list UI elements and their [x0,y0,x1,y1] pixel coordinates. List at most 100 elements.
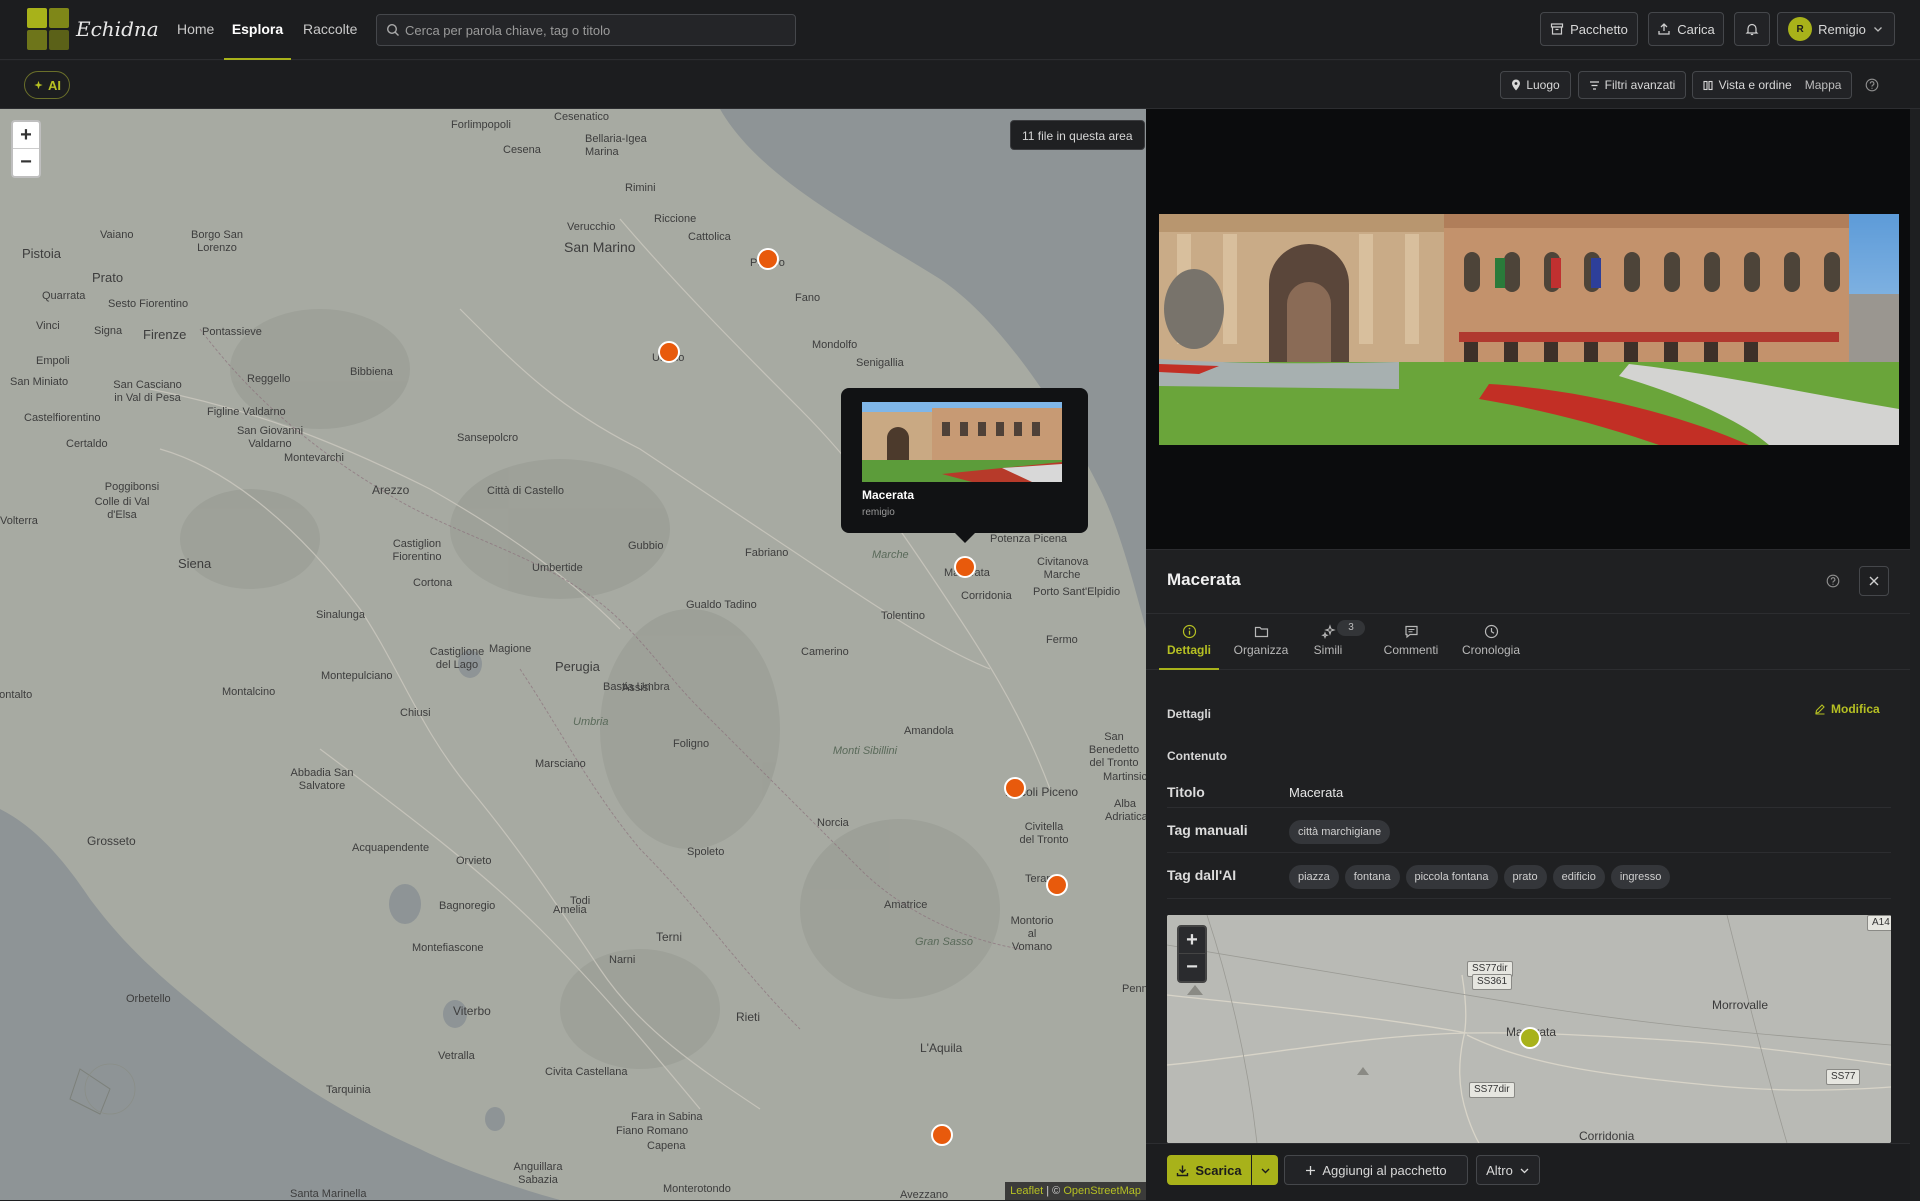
ai-tag-chip[interactable]: piazza [1289,865,1339,889]
download-options-button[interactable] [1252,1155,1278,1185]
openstreetmap-link[interactable]: OpenStreetMap [1063,1185,1141,1197]
minimap-location-marker[interactable] [1519,1027,1541,1049]
field-value: Macerata [1289,785,1344,800]
close-panel-button[interactable] [1859,566,1889,596]
search-input[interactable] [405,15,785,45]
map-marker[interactable] [757,248,779,270]
map-label: Rimini [625,182,656,194]
field-row-ai-tags: Tag dall'AI piazza fontana piccola fonta… [1167,853,1891,899]
map-label: Empoli [36,355,70,367]
close-icon [1869,576,1879,586]
map-marker[interactable] [1046,874,1068,896]
nav-tab-raccolte[interactable]: Raccolte [303,0,357,60]
location-minimap[interactable]: SS77dir SS361 Macerata Morrovalle SS77 S… [1167,915,1891,1143]
map-label: Terni [656,930,683,944]
nav-tab-home[interactable]: Home [177,0,214,60]
map-marker-selected[interactable] [954,556,976,578]
map-label: Montefiascone [412,942,484,954]
map-pin-icon [1512,79,1521,91]
nav-tab-esplora[interactable]: Esplora [224,0,291,60]
road-shield: SS361 [1472,974,1513,990]
user-menu-button[interactable]: R Remigio [1777,12,1895,46]
tab-dettagli[interactable]: Dettagli [1159,614,1219,670]
map-label: Santa Marinella [290,1188,367,1200]
ai-tag-chip[interactable]: edificio [1552,865,1605,889]
help-icon[interactable] [1826,574,1840,593]
map-label: Civita Castellana [545,1066,628,1078]
popup-thumbnail[interactable] [862,402,1062,482]
map-label: Quarrata [42,290,86,302]
map-label: Certaldo [66,438,108,450]
popup-username: remigio [862,507,895,518]
map-label: Fermo [1046,634,1078,646]
section-content-title: Contenuto [1167,749,1227,763]
map-label: Avezzano [900,1189,949,1200]
package-icon [1550,23,1564,35]
map-label: Montalto [0,689,33,701]
ai-tag-chip[interactable]: fontana [1344,865,1400,889]
field-row-title: Titolo Macerata [1167,772,1891,808]
zoom-in-button[interactable]: + [13,122,39,149]
map-popup[interactable]: Macerata remigio [841,388,1088,543]
map-label: Cesenatico [554,111,610,123]
map-label: Siena [178,556,212,571]
files-in-area-badge: 11 file in questa area [1010,120,1145,150]
upload-button[interactable]: Carica [1648,12,1724,46]
package-button[interactable]: Pacchetto [1540,12,1638,46]
map-marker[interactable] [931,1124,953,1146]
map-label: Figline Valdarno [207,406,286,418]
minimap-zoom-out-button[interactable]: − [1179,954,1205,981]
map-label: Porto Sant'Elpidio [1033,586,1121,598]
echidna-logo[interactable] [27,8,71,52]
preview-image[interactable] [1159,214,1899,445]
map-marker[interactable] [658,341,680,363]
ai-button[interactable]: AI [24,71,70,99]
notifications-button[interactable] [1734,12,1770,46]
map-label: Castiglion Fiorentino [392,538,442,563]
map-label: Vaiano [100,229,134,241]
ai-tag-chip[interactable]: prato [1503,865,1547,889]
columns-icon [1703,80,1713,90]
leaflet-link[interactable]: Leaflet [1010,1185,1043,1197]
map-label: Sinalunga [316,609,365,621]
map-label: San Benedetto del Tronto [1088,731,1140,769]
view-order-button[interactable]: Vista e ordine Mappa [1692,71,1852,99]
tab-cronologia[interactable]: Cronologia [1453,614,1529,670]
more-options-button[interactable]: Altro [1476,1155,1540,1185]
minimap-label: Morrovalle [1712,998,1769,1012]
advanced-filters-button[interactable]: Filtri avanzati [1578,71,1686,99]
road-shield: SS77 [1826,1069,1861,1085]
map-label: Volterra [0,515,38,527]
minimap-zoom-in-button[interactable]: + [1179,927,1205,954]
manual-tag-chip[interactable]: città marchigiane [1289,820,1391,844]
tab-organizza[interactable]: Organizza [1229,614,1293,670]
map-label: Signa [94,325,123,337]
map-label: Castiglione del Lago [429,646,485,671]
tab-simili[interactable]: Simili 3 [1303,614,1365,670]
sparkle-icon [1320,624,1336,639]
place-filter-button[interactable]: Luogo [1500,71,1571,99]
ai-tag-chip[interactable]: ingresso [1610,865,1671,889]
edit-button[interactable]: Modifica [1814,702,1880,716]
map-label: Viterbo [453,1004,491,1018]
map-label: Grosseto [87,834,136,848]
package-label: Pacchetto [1570,21,1628,37]
clock-icon [1484,624,1498,639]
map-label: San Giovanni Valdarno [236,425,304,450]
map-label: Capena [647,1140,686,1152]
field-row-manual-tags: Tag manuali città marchigiane [1167,808,1891,853]
tab-commenti[interactable]: Commenti [1376,614,1446,670]
explore-map[interactable]: Forlimpopoli Cesenatico Cesena Bellaria-… [0,109,1146,1200]
map-region-label: Umbria [573,716,609,728]
ai-tag-chip[interactable]: piccola fontana [1405,865,1498,889]
download-button[interactable]: Scarica [1167,1155,1251,1185]
map-label: Cattolica [688,231,731,243]
map-label: Bellaria-Igea Marina [585,133,647,158]
comment-icon [1404,625,1418,639]
help-icon[interactable] [1865,78,1879,97]
zoom-out-button[interactable]: − [13,149,39,176]
map-marker[interactable] [1004,777,1026,799]
map-label: Gubbio [628,540,664,552]
map-label: Riccione [654,213,697,225]
add-to-package-button[interactable]: Aggiungi al pacchetto [1284,1155,1468,1185]
